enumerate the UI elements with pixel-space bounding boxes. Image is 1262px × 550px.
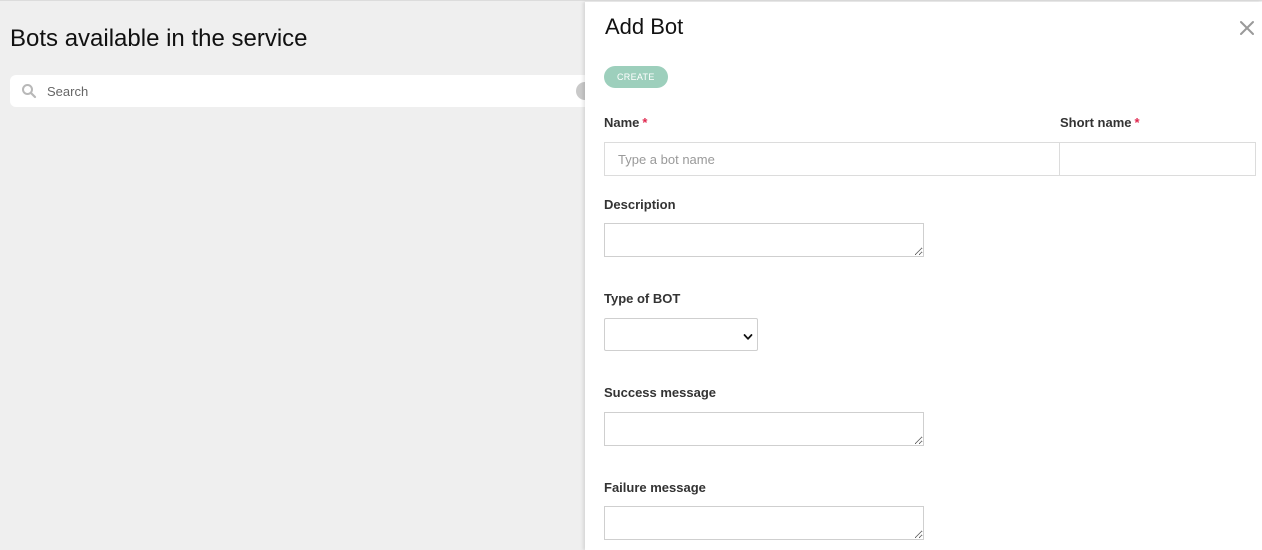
bot-type-label: Type of BOT [604, 291, 681, 306]
create-button[interactable]: CREATE [604, 66, 668, 88]
add-bot-drawer: Add Bot CREATE Name* Short name* Descrip… [585, 2, 1262, 550]
bot-type-select[interactable] [604, 318, 758, 351]
short-name-label-text: Short name [1060, 115, 1132, 130]
description-textarea[interactable] [604, 223, 924, 257]
success-message-textarea[interactable] [604, 412, 924, 446]
name-label-text: Name [604, 115, 640, 130]
chevron-down-icon [743, 329, 753, 340]
success-message-label: Success message [604, 385, 717, 400]
page-title: Bots available in the service [10, 25, 308, 52]
search-input[interactable] [47, 75, 567, 107]
drawer-title: Add Bot [605, 14, 684, 39]
failure-message-textarea[interactable] [604, 506, 924, 540]
search-icon [21, 83, 37, 99]
description-label: Description [604, 197, 676, 212]
name-required-mark: * [642, 115, 648, 130]
name-label: Name * [604, 115, 647, 130]
search-bar [10, 75, 610, 107]
short-name-input[interactable] [1059, 142, 1256, 176]
close-icon[interactable] [1236, 17, 1258, 39]
top-divider [0, 0, 1262, 1]
short-name-label: Short name * [1060, 115, 1140, 130]
failure-message-label: Failure message [604, 480, 706, 495]
short-name-required-mark: * [1134, 115, 1140, 130]
name-input[interactable] [604, 142, 1061, 176]
